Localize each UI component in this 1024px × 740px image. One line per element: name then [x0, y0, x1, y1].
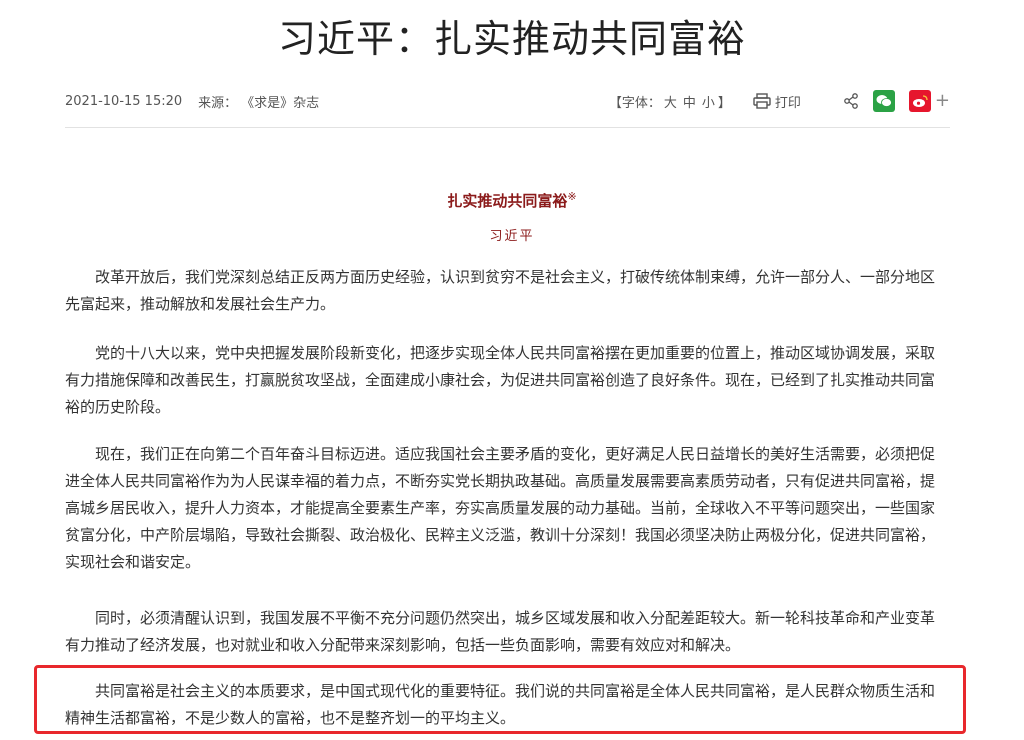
- title-footnote-mark: ※: [567, 190, 577, 203]
- font-bracket-close: 】: [717, 95, 731, 111]
- print-button[interactable]: 打印: [753, 92, 801, 111]
- font-bracket-open: 【字体：: [608, 95, 661, 111]
- share-icon[interactable]: [843, 93, 859, 109]
- printer-icon: [753, 93, 771, 109]
- article-paragraph: 党的十八大以来，党中央把握发展阶段新变化，把逐步实现全体人民共同富裕摆在更加重要…: [65, 344, 936, 416]
- article-paragraph: 同时，必须清醒认识到，我国发展不平衡不充分问题仍然突出，城乡区域发展和收入分配差…: [65, 609, 936, 654]
- article-title-text: 扎实推动共同富裕: [447, 192, 568, 210]
- print-label: 打印: [774, 95, 801, 111]
- article-title: 扎实推动共同富裕※: [0, 190, 1024, 211]
- plus-icon[interactable]: +: [935, 92, 950, 110]
- wechat-icon[interactable]: [872, 90, 895, 112]
- weibo-icon[interactable]: [908, 90, 931, 112]
- article-paragraph: 改革开放后，我们党深刻总结正反两方面历史经验，认识到贫穷不是社会主义，打破传统体…: [65, 268, 936, 313]
- highlight-annotation-box: [34, 665, 966, 734]
- source-label: 来源：: [198, 95, 238, 111]
- publish-date: 2021-10-15 15:20: [65, 93, 183, 109]
- page-headline: 习近平：扎实推动共同富裕: [277, 17, 746, 61]
- article-paragraph: 现在，我们正在向第二个百年奋斗目标迈进。适应我国社会主要矛盾的变化，更好满足人民…: [65, 445, 936, 571]
- font-large-button[interactable]: 大: [664, 92, 677, 111]
- source-name: 《求是》杂志: [241, 95, 320, 111]
- font-size-control: 【字体： 大 中 小 】: [609, 92, 731, 111]
- header-divider: [65, 127, 950, 128]
- font-small-button[interactable]: 小: [702, 92, 715, 111]
- font-medium-button[interactable]: 中: [683, 92, 696, 111]
- article-meta-bar: 2021-10-15 15:20 来源： 《求是》杂志 【字体： 大 中 小 】…: [65, 88, 950, 114]
- article-author: 习近平: [489, 229, 535, 244]
